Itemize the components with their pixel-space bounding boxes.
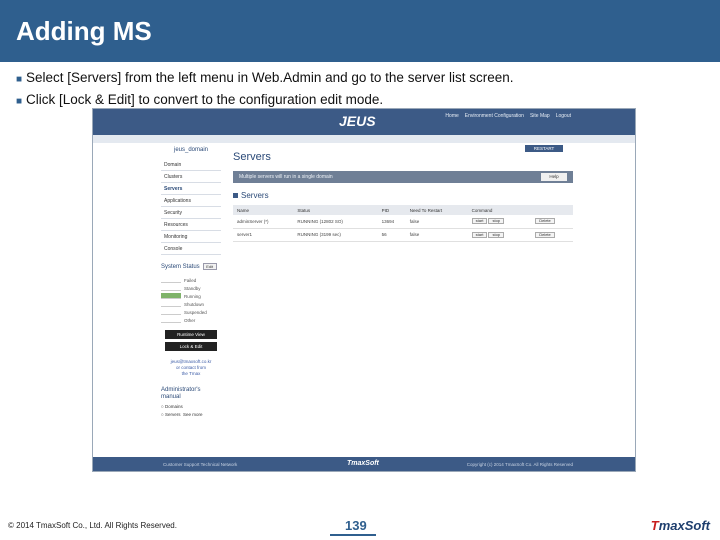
left-menu: jeus_domain Domain Clusters Servers Appl… xyxy=(161,147,221,417)
status-row: Suspended xyxy=(161,308,221,316)
table-header: Name Status PID Need To Restart Command xyxy=(233,205,573,215)
bullet-item: ■ Select [Servers] from the left menu in … xyxy=(16,68,716,90)
manual-option-servers[interactable]: ○ Servers See more xyxy=(161,412,221,417)
start-button[interactable]: start xyxy=(471,218,488,225)
footer-copyright: Copyright (c) 2014 TmaxSoft Co. All Righ… xyxy=(466,462,573,467)
server-name[interactable]: adminServer (*) xyxy=(233,215,294,229)
manual-option-domains[interactable]: ○ Domains xyxy=(161,404,221,409)
slide-header: Adding MS xyxy=(0,0,720,62)
lock-edit-button[interactable]: Lock & Edit xyxy=(165,342,217,351)
slide-copyright: © 2014 TmaxSoft Co., Ltd. All Rights Res… xyxy=(8,521,177,530)
running-bar xyxy=(161,293,181,299)
nav-logout[interactable]: Logout xyxy=(556,113,571,119)
footer-logo: TmaxSoft xyxy=(347,460,379,467)
nav-site-map[interactable]: Site Map xyxy=(530,113,550,119)
menu-security[interactable]: Security xyxy=(161,207,221,219)
slide-title: Adding MS xyxy=(16,16,152,46)
server-restart: false xyxy=(405,215,468,229)
runtime-view-button[interactable]: Runtime View xyxy=(165,330,217,339)
nav-home[interactable]: Home xyxy=(445,113,458,119)
menu-servers[interactable]: Servers xyxy=(161,183,221,195)
contact-info: jeus@tmaxsoft.co.kr or contact from the … xyxy=(161,359,221,377)
status-row: Other xyxy=(161,316,221,324)
tmaxsoft-logo: TmaxSoft xyxy=(650,518,710,533)
command-cell: start stop xyxy=(467,215,532,229)
info-message: Multiple servers will run in a single do… xyxy=(239,174,333,180)
col-status: Status xyxy=(293,205,378,215)
stop-button[interactable]: stop xyxy=(488,218,505,225)
command-cell: start stop xyxy=(467,228,532,242)
col-restart: Need To Restart xyxy=(405,205,468,215)
menu-console[interactable]: Console xyxy=(161,243,221,255)
server-pid: 13694 xyxy=(377,215,406,229)
nav-environment[interactable]: Environment Configuration xyxy=(465,113,524,119)
delete-button[interactable]: Delete xyxy=(535,218,555,225)
server-pid: 56 xyxy=(377,228,406,242)
status-row: Standby xyxy=(161,284,221,292)
server-restart: false xyxy=(405,228,468,242)
table-row: adminServer (*) RUNNING (12802 SO) 13694… xyxy=(233,215,573,229)
webadmin-subbar xyxy=(93,135,635,143)
col-pid: PID xyxy=(377,205,406,215)
info-bar: Multiple servers will run in a single do… xyxy=(233,171,573,183)
admin-manual-title: Administrator's manual xyxy=(161,387,201,400)
webadmin-screenshot: JEUS Home Environment Configuration Site… xyxy=(92,108,636,472)
page-number: 139 xyxy=(345,518,367,533)
menu-domain[interactable]: Domain xyxy=(161,159,221,171)
page-title: Servers xyxy=(233,151,271,163)
col-command: Command xyxy=(467,205,532,215)
server-name[interactable]: server1 xyxy=(233,228,294,242)
table-row: server1 RUNNING (3199 sec) 56 false star… xyxy=(233,228,573,242)
server-status: RUNNING (3199 sec) xyxy=(293,228,378,242)
bullet-text: Click [Lock & Edit] to convert to the co… xyxy=(26,92,384,107)
bullet-text: Select [Servers] from the left menu in W… xyxy=(26,70,514,85)
col-name: Name xyxy=(233,205,294,215)
webadmin-nav: Home Environment Configuration Site Map … xyxy=(445,113,571,119)
section-square-icon xyxy=(233,193,238,198)
servers-table: Name Status PID Need To Restart Command … xyxy=(233,205,573,242)
stop-button[interactable]: stop xyxy=(488,231,505,238)
delete-button[interactable]: Delete xyxy=(535,231,555,238)
bullet-icon: ■ xyxy=(16,96,23,107)
webadmin-header: JEUS Home Environment Configuration Site… xyxy=(93,109,635,135)
status-row: Running xyxy=(161,292,221,300)
status-row: Shutdown xyxy=(161,300,221,308)
jeus-logo: JEUS xyxy=(339,113,376,129)
footer-links[interactable]: Customer Support Technical Network xyxy=(163,462,237,467)
restart-button[interactable]: RESTART xyxy=(525,145,563,152)
help-button[interactable]: Help xyxy=(541,173,567,181)
page-number-underline xyxy=(330,534,376,536)
section-title: Servers xyxy=(233,191,269,200)
system-status-button[interactable]: Edit xyxy=(202,263,217,270)
menu-clusters[interactable]: Clusters xyxy=(161,171,221,183)
system-status-header: System Status Edit xyxy=(161,263,221,270)
bullet-list: ■ Select [Servers] from the left menu in … xyxy=(16,68,716,112)
menu-monitoring[interactable]: Monitoring xyxy=(161,231,221,243)
webadmin-footer: Customer Support Technical Network TmaxS… xyxy=(93,457,635,471)
domain-label[interactable]: jeus_domain xyxy=(161,147,221,153)
status-row: Failed xyxy=(161,276,221,284)
see-more-link[interactable]: See more xyxy=(183,412,203,417)
status-legend: Failed Standby Running Shutdown Suspende… xyxy=(161,276,221,324)
server-status: RUNNING (12802 SO) xyxy=(293,215,378,229)
system-status-title: System Status xyxy=(161,263,200,270)
start-button[interactable]: start xyxy=(471,231,488,238)
menu-resources[interactable]: Resources xyxy=(161,219,221,231)
bullet-icon: ■ xyxy=(16,74,23,85)
menu-applications[interactable]: Applications xyxy=(161,195,221,207)
